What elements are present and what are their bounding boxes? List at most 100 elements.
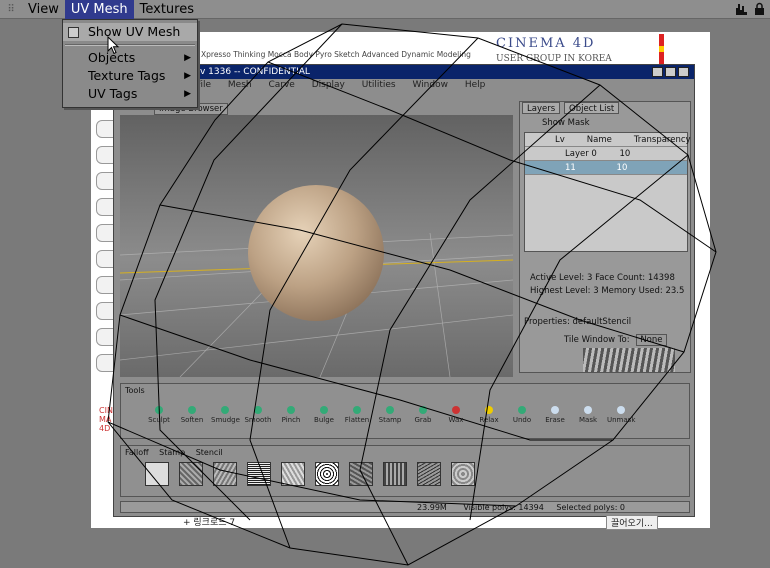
tool-label: Wax	[448, 416, 464, 424]
maximize-icon	[665, 67, 676, 77]
properties-title: Properties: defaultStencil	[524, 317, 632, 327]
menubar-right-icons	[735, 2, 766, 16]
submenu-arrow-icon: ▶	[184, 71, 191, 81]
viewport	[120, 115, 513, 377]
tab-stencil: Stencil	[195, 448, 223, 457]
layer-row: Layer 0 10	[525, 147, 687, 161]
tool: Smudge	[211, 406, 240, 424]
tool-label: Undo	[512, 416, 532, 424]
tool: Erase	[541, 406, 569, 424]
tool-label: Unmask	[607, 416, 636, 424]
tool: Pinch	[277, 406, 305, 424]
info-line: Highest Level: 3 Memory Used: 23.5	[530, 286, 685, 296]
stamp-thumb	[179, 462, 203, 486]
menu-uv-mesh[interactable]: UV Mesh	[64, 0, 134, 19]
tool: Relax	[475, 406, 503, 424]
tool: Wax	[442, 406, 470, 424]
menu-item-objects[interactable]: Objects ▶	[63, 49, 197, 67]
stamp-thumb	[213, 462, 237, 486]
info-line: Active Level: 3 Face Count: 14398	[530, 273, 675, 283]
sculpt-sphere	[248, 185, 384, 321]
web-footer-link: + 링크로드 7	[183, 518, 236, 528]
tool-label: Erase	[545, 416, 565, 424]
c4d-title-bar: v 1336 -- CONFIDENTIAL	[114, 65, 694, 79]
uv-mesh-dropdown: Show UV Mesh Objects ▶ Texture Tags ▶ UV…	[62, 19, 198, 108]
properties-label: Tile Window To:	[564, 335, 630, 345]
stamp-thumb	[383, 462, 407, 486]
status-selected: Selected polys: 0	[556, 503, 626, 512]
header-transparency: Transparency	[633, 135, 691, 145]
layer-table-header: Lv Name Transparency	[525, 133, 691, 147]
layer-row: 11 10	[525, 161, 687, 175]
tool: Flatten	[343, 406, 371, 424]
stamp-thumb	[281, 462, 305, 486]
tool-label: Grab	[414, 416, 432, 424]
status-bar: 23.99M Visible polys: 14394 Selected pol…	[120, 501, 690, 513]
submenu-arrow-icon: ▶	[184, 53, 191, 63]
layer-name: 11	[565, 163, 576, 173]
lock-icon[interactable]	[753, 2, 766, 16]
grip-icon[interactable]: ⠿	[0, 0, 22, 19]
tab-falloff: Falloff	[125, 448, 149, 457]
tool-label: Smudge	[211, 416, 240, 424]
tool-label: Soften	[180, 416, 204, 424]
web-nav: Xpresso Thinking Mocca Body Pyro Sketch …	[201, 50, 471, 59]
minimize-icon	[652, 67, 663, 77]
tool: Unmask	[607, 406, 635, 424]
tool-label: Flatten	[344, 416, 370, 424]
menu-item-label: Texture Tags	[88, 68, 166, 83]
close-icon	[678, 67, 689, 77]
properties-row: Tile Window To: None	[524, 334, 688, 346]
c4d-menu: File Mesh Carve Display Utilities Window…	[196, 80, 486, 90]
layer-name: Layer 0	[565, 149, 597, 159]
tool: Stamp	[376, 406, 404, 424]
layer-value: 10	[619, 149, 631, 159]
menu-textures[interactable]: Textures	[134, 0, 200, 19]
brand-stripe	[659, 34, 664, 64]
layer-info: Active Level: 3 Face Count: 14398 Highes…	[524, 272, 688, 300]
layer-table: Lv Name Transparency Layer 0 10 11 10	[524, 132, 691, 252]
tool-label: Stamp	[378, 416, 402, 424]
stencil-texture	[583, 348, 675, 372]
tool: Mask	[574, 406, 602, 424]
status-memory: 23.99M	[417, 503, 447, 512]
menu-item-uv-tags[interactable]: UV Tags ▶	[63, 85, 197, 103]
brand-logo: CINEMA 4D	[496, 36, 596, 51]
tools-panel: Tools Sculpt Soften Smudge Smooth Pinch …	[120, 383, 690, 439]
header-name: Name	[586, 135, 612, 145]
tool: Grab	[409, 406, 437, 424]
stamp-thumb	[451, 462, 475, 486]
tool: Soften	[178, 406, 206, 424]
menu-bar: ⠿ View UV Mesh Textures	[0, 0, 770, 19]
mouse-cursor-icon	[107, 36, 120, 55]
layer-value: 10	[616, 163, 628, 173]
menu-item-label: UV Tags	[88, 86, 138, 101]
menu-item-label: Show UV Mesh	[88, 24, 181, 39]
histogram-icon[interactable]	[735, 2, 748, 16]
stamp-off	[145, 462, 169, 486]
stamp-thumb	[247, 462, 271, 486]
c4d-window: v 1336 -- CONFIDENTIAL File Mesh Carve D…	[113, 64, 695, 517]
tool: Bulge	[310, 406, 338, 424]
tool-label: Smooth	[244, 416, 272, 424]
tab-stamp: Stamp	[159, 448, 186, 457]
menu-item-texture-tags[interactable]: Texture Tags ▶	[63, 67, 197, 85]
menu-item-show-uv-mesh[interactable]: Show UV Mesh	[63, 23, 197, 41]
status-visible: Visible polys: 14394	[463, 503, 544, 512]
show-mask-label: Show Mask	[542, 118, 590, 128]
header-lv: Lv	[555, 135, 565, 145]
tool: Smooth	[244, 406, 272, 424]
submenu-arrow-icon: ▶	[184, 89, 191, 99]
tool-label: Pinch	[281, 416, 301, 424]
tool-label: Bulge	[314, 416, 334, 424]
layers-panel: Layers Object List Show Mask Lv Name Tra…	[519, 101, 691, 373]
menu-view[interactable]: View	[22, 0, 65, 19]
properties-value: None	[636, 334, 667, 346]
menu-separator	[65, 44, 195, 46]
tool: Sculpt	[145, 406, 173, 424]
tool: Undo	[508, 406, 536, 424]
web-footer-button: 끌어오기...	[606, 515, 658, 530]
stamp-tabs: Falloff Stamp Stencil	[125, 448, 223, 457]
uv-editor-window: ⠿ View UV Mesh Textures Show UV Mesh Obj…	[0, 0, 770, 568]
stamp-thumb	[349, 462, 373, 486]
